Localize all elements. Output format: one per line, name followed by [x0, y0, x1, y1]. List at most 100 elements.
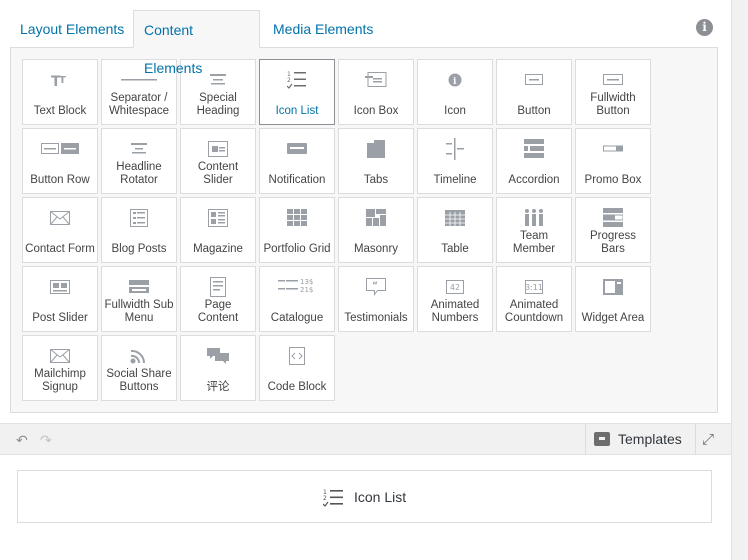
element-label: Special Heading — [196, 92, 240, 117]
element-fullwidth-button[interactable]: Fullwidth Button — [575, 59, 651, 125]
svg-text:2: 2 — [287, 77, 291, 84]
blog-posts-icon — [102, 208, 176, 228]
element-label: Widget Area — [581, 312, 645, 324]
canvas-element-icon-list[interactable]: 12 Icon List — [17, 470, 712, 523]
element-animated-numbers[interactable]: 42 Animated Numbers — [417, 266, 493, 332]
element-label: Content Slider — [197, 161, 239, 186]
element-label: Promo Box — [584, 174, 642, 186]
element-headline-rotator[interactable]: Headline Rotator — [101, 128, 177, 194]
element-tabs[interactable]: Tabs — [338, 128, 414, 194]
element-item-34[interactable]: 评论 — [180, 335, 256, 401]
element-masonry[interactable]: Masonry — [338, 197, 414, 263]
element-label: Fullwidth Sub Menu — [104, 299, 174, 324]
element-icon-list[interactable]: 1 2 Icon List — [259, 59, 335, 125]
templates-icon — [594, 432, 610, 446]
tab-layout-elements[interactable]: Layout Elements — [10, 10, 134, 48]
element-magazine[interactable]: Magazine — [180, 197, 256, 263]
element-blog-posts[interactable]: Blog Posts — [101, 197, 177, 263]
element-mailchimp-signup[interactable]: Mailchimp Signup — [22, 335, 98, 401]
element-catalogue[interactable]: 13$ 21$ Catalogue — [259, 266, 335, 332]
element-button[interactable]: Button — [496, 59, 572, 125]
timeline-icon — [418, 138, 492, 160]
element-label: Button Row — [30, 174, 90, 186]
svg-text:3:11: 3:11 — [525, 283, 543, 292]
element-social-share-buttons[interactable]: Social Share Buttons — [101, 335, 177, 401]
element-contact-form[interactable]: Contact Form — [22, 197, 98, 263]
element-label: Icon List — [275, 105, 319, 117]
element-progress-bars[interactable]: Progress Bars — [575, 197, 651, 263]
table-icon — [418, 208, 492, 228]
element-label: Text Block — [33, 105, 87, 117]
element-button-row[interactable]: Button Row — [22, 128, 98, 194]
element-label: Testimonials — [344, 312, 408, 324]
icon-list-icon: 12 — [260, 70, 334, 90]
element-code-block[interactable]: Code Block — [259, 335, 335, 401]
element-label: Contact Form — [25, 243, 95, 255]
element-portfolio-grid[interactable]: Portfolio Grid — [259, 197, 335, 263]
expand-icon[interactable]: ⤢ — [702, 431, 714, 448]
undo-icon[interactable]: ↶ — [16, 432, 28, 449]
post-slider-icon — [23, 277, 97, 297]
element-label: Headline Rotator — [116, 161, 162, 186]
icon-list-icon: 12 — [322, 488, 345, 513]
element-team-member[interactable]: Team Member — [496, 197, 572, 263]
elements-panel: T T Text Block Separator / Whitespace Specia… — [10, 47, 718, 413]
element-label: Social Share Buttons — [106, 368, 172, 393]
fullwidth-button-icon — [576, 70, 650, 90]
svg-text:“: “ — [372, 281, 378, 291]
button-icon — [497, 70, 571, 90]
svg-text:42: 42 — [450, 283, 460, 292]
element-fullwidth-sub-menu[interactable]: Fullwidth Sub Menu — [101, 266, 177, 332]
element-post-slider[interactable]: Post Slider — [22, 266, 98, 332]
element-label: Progress Bars — [589, 230, 637, 255]
svg-text:2: 2 — [323, 495, 327, 502]
icon-box-icon — [339, 70, 413, 90]
element-content-slider[interactable]: Content Slider — [180, 128, 256, 194]
social-share-icon — [102, 346, 176, 366]
element-label: Masonry — [353, 243, 399, 255]
mailchimp-icon — [23, 346, 97, 366]
info-icon[interactable]: i — [696, 19, 713, 36]
tab-media-elements[interactable]: Media Elements — [263, 10, 383, 48]
element-widget-area[interactable]: Widget Area — [575, 266, 651, 332]
element-label: Catalogue — [270, 312, 324, 324]
text-block-icon: TT — [23, 70, 97, 90]
catalogue-icon: 13$ 21$ — [260, 277, 334, 297]
element-table[interactable]: Table — [417, 197, 493, 263]
envelope-icon — [23, 208, 97, 228]
page-content-icon — [181, 277, 255, 297]
templates-button[interactable]: Templates — [585, 424, 696, 455]
testimonials-icon: “ — [339, 277, 413, 297]
headline-rotator-icon — [102, 139, 176, 159]
element-label: Tabs — [363, 174, 389, 186]
content-slider-icon — [181, 139, 255, 159]
element-label: Code Block — [267, 381, 327, 393]
element-label: Team Member — [512, 230, 556, 255]
element-text-block[interactable]: T T Text Block — [22, 59, 98, 125]
element-label: Blog Posts — [111, 243, 167, 255]
element-notification[interactable]: Notification — [259, 128, 335, 194]
tab-content-elements[interactable]: Content Elements — [133, 10, 260, 76]
button-row-icon — [23, 139, 97, 159]
element-promo-box[interactable]: Promo Box — [575, 128, 651, 194]
element-page-content[interactable]: Page Content — [180, 266, 256, 332]
element-animated-countdown[interactable]: 3:11 Animated Countdown — [496, 266, 572, 332]
scrollbar[interactable] — [731, 0, 748, 560]
portfolio-grid-icon — [260, 208, 334, 228]
element-label: Mailchimp Signup — [34, 368, 86, 393]
element-label: Portfolio Grid — [263, 243, 331, 255]
element-icon-box[interactable]: Icon Box — [338, 59, 414, 125]
notification-icon — [260, 139, 334, 159]
element-tabs: Layout Elements Content Elements Media E… — [8, 10, 720, 76]
animated-numbers-icon: 42 — [418, 277, 492, 297]
element-label: Icon — [444, 105, 466, 117]
element-icon[interactable]: i Icon — [417, 59, 493, 125]
redo-icon[interactable]: ↷ — [40, 432, 52, 449]
element-testimonials[interactable]: “ Testimonials — [338, 266, 414, 332]
svg-text:13$: 13$ — [300, 278, 313, 286]
element-label: Table — [441, 243, 469, 255]
element-accordion[interactable]: Accordion — [496, 128, 572, 194]
element-label: Notification — [268, 174, 326, 186]
info-circle-icon: i — [418, 70, 492, 90]
element-timeline[interactable]: Timeline — [417, 128, 493, 194]
